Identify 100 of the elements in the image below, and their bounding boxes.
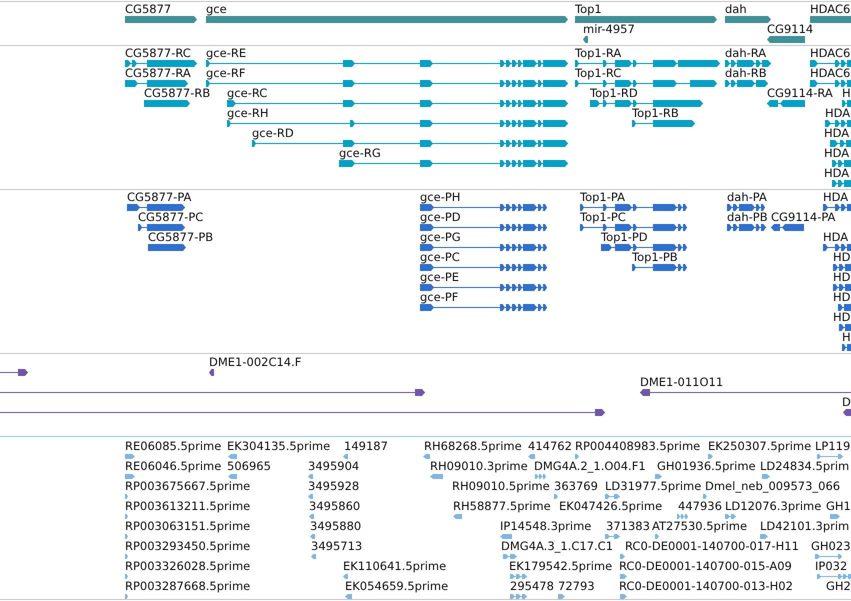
est-label: EK179542.5prime [509, 560, 612, 572]
est-label: 414762 [528, 440, 572, 452]
transcript-label: HDA [824, 147, 850, 159]
transcript-label: CG5877-RB [144, 87, 210, 99]
clone-label: D [842, 396, 851, 408]
transcript-label: HDA [824, 127, 850, 139]
transcript-label: H [842, 87, 851, 99]
protein-label: Top1-PA [580, 191, 625, 203]
protein-label: gce-PF [420, 291, 458, 303]
est-label: RP003326028.5prime [125, 560, 250, 572]
gene-label: HDAC6 [810, 3, 850, 15]
transcript-label: gce-RG [339, 147, 381, 159]
est-label: GH023 [811, 540, 851, 552]
protein-label: HD [833, 291, 851, 303]
est-label: RH09010.3prime [430, 460, 528, 472]
est-label: RC0-DE0001-140700-017-H11 [625, 540, 799, 552]
est-label: 3495713 [311, 540, 362, 552]
est-label: LD24834.5prim [760, 460, 850, 472]
est-label: 363769 [554, 480, 598, 492]
protein-label: Top1-PC [580, 211, 626, 223]
est-label: 447936 [678, 500, 722, 512]
est-label: RH58877.5prime [453, 500, 551, 512]
transcript-label: gce-RE [206, 47, 246, 59]
protein-label: HD [833, 251, 851, 263]
clone-label: DME1-002C14.F [209, 356, 302, 368]
est-label: RP003063151.5prime [125, 520, 250, 532]
transcript-label: CG5877-RA [125, 67, 191, 79]
gene-label: CG9114 [767, 23, 814, 35]
est-label: GH2 [826, 580, 851, 592]
est-label: 3495928 [308, 480, 360, 492]
protein-label: Top1-PD [601, 231, 648, 243]
protein-label: dah-PA [727, 191, 767, 203]
gene-label: gce [206, 3, 227, 15]
est-label: 295478 [510, 580, 554, 592]
est-label: EK047426.5prime [559, 500, 662, 512]
est-label: 149187 [344, 440, 388, 452]
est-label: GH1 [826, 500, 851, 512]
gene-label: mir-4957 [583, 23, 635, 35]
est-label: LD12076.3prime [725, 500, 822, 512]
est-label: RH09010.5prime [452, 480, 550, 492]
protein-label: HD [833, 311, 851, 323]
transcript-label: Top1-RA [575, 47, 622, 59]
protein-label: HDA [823, 231, 848, 243]
protein-label: Top1-PB [632, 251, 678, 263]
clone-label: DME1-011O11 [640, 376, 724, 388]
protein-label: gce-PC [420, 251, 460, 263]
est-label: Dmel_neb_009573_066 [705, 480, 840, 492]
est-label: 371383 [606, 520, 650, 532]
est-label: RP003675667.5prime [125, 480, 250, 492]
est-label: 3495904 [308, 460, 360, 472]
est-label: RE06046.5prime [125, 460, 222, 472]
transcript-label: gce-RF [206, 67, 246, 79]
protein-label: gce-PH [420, 191, 460, 203]
transcript-label: gce-RD [252, 127, 294, 139]
est-label: RP003293450.5prime [125, 540, 250, 552]
transcript-label: HDAC6 [810, 47, 850, 59]
est-label: DMG4A.2_1.O04.F1 [534, 460, 646, 472]
est-label: 506965 [227, 460, 271, 472]
protein-label: gce-PE [420, 271, 460, 283]
transcript-label: dah-RA [725, 47, 766, 59]
gene-label: dah [725, 3, 747, 15]
protein-label: HDA [823, 191, 848, 203]
est-label: EK250307.5prime [708, 440, 812, 452]
est-label: IP032 [815, 560, 848, 572]
est-label: RP003287668.5prime [125, 580, 250, 592]
est-label: GH01936.5prime [657, 460, 756, 472]
est-label: LD31977.5prime [605, 480, 702, 492]
est-label: 3495860 [309, 500, 360, 512]
transcript-label: gce-RH [227, 107, 268, 119]
est-label: EK304135.5prime [227, 440, 330, 452]
est-label: AT27530.5prime [652, 520, 748, 532]
est-label: RP003613211.5prime [125, 500, 250, 512]
transcript-label: HDAC6 [810, 67, 850, 79]
est-label: 72793 [558, 580, 595, 592]
gene-label: Top1 [575, 3, 602, 15]
protein-label: gce-PG [420, 231, 461, 243]
est-label: RC0-DE0001-140700-015-A09 [619, 560, 792, 572]
est-label: EK110641.5prime [343, 560, 446, 572]
est-label: RC0-DE0001-140700-013-H02 [619, 580, 793, 592]
transcript-label: Top1-RB [632, 107, 679, 119]
est-label: IP14548.3prime [500, 520, 592, 532]
protein-label: CG5877-PB [148, 231, 214, 243]
est-label: RP004408983.5prime [575, 440, 700, 452]
transcript-label: Top1-RC [575, 67, 622, 79]
protein-label: CG9114-PA [771, 211, 836, 223]
protein-label: CG5877-PA [127, 191, 192, 203]
protein-label: gce-PD [420, 211, 461, 223]
est-label: LP119 [815, 440, 850, 452]
est-label: DMG4A.3_1.C17.C1 [501, 540, 614, 552]
est-label: LD42101.3prim [760, 520, 850, 532]
transcript-label: HDA [824, 167, 850, 179]
transcript-label: HDA [825, 107, 850, 119]
est-label: 3495880 [310, 520, 362, 532]
est-label: EK054659.5prime [345, 580, 448, 592]
gene-label: CG5877 [125, 3, 172, 15]
transcript-label: CG5877-RC [125, 47, 191, 59]
transcript-label: CG9114-RA [767, 87, 833, 99]
protein-label: CG5877-PC [138, 211, 204, 223]
transcript-label: dah-RB [725, 67, 767, 79]
est-label: RH68268.5prime [424, 440, 522, 452]
